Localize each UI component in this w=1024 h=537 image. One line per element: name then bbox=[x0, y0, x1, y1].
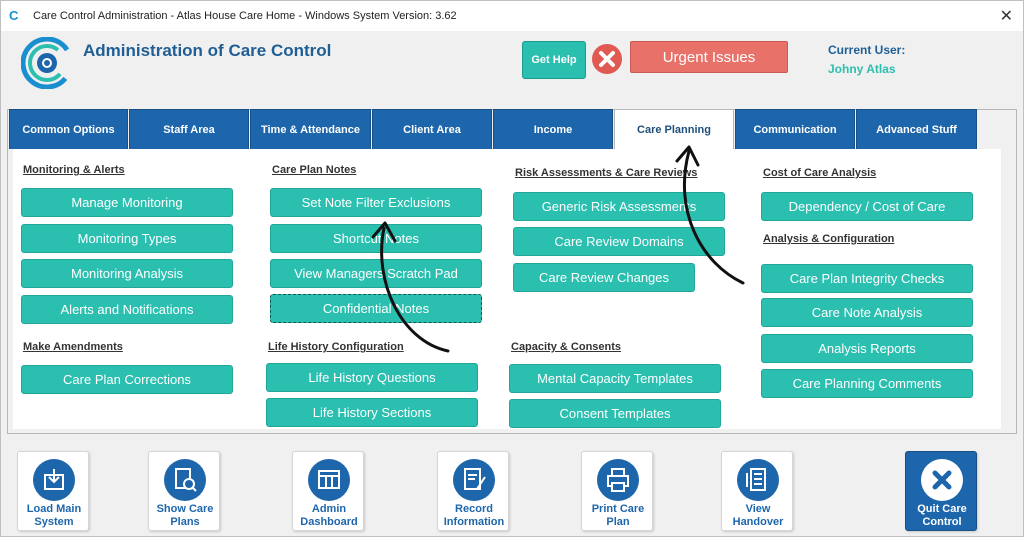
generic-risk-assessments-button[interactable]: Generic Risk Assessments bbox=[513, 192, 725, 221]
app-heading: Administration of Care Control bbox=[83, 41, 332, 60]
view-handover-label-2: Handover bbox=[732, 516, 784, 528]
care-control-logo-icon bbox=[21, 37, 73, 89]
cancel-icon[interactable] bbox=[591, 43, 623, 75]
urgent-issues-button[interactable]: Urgent Issues bbox=[630, 41, 788, 73]
care-note-analysis-button[interactable]: Care Note Analysis bbox=[761, 298, 973, 327]
admin-dashboard-button[interactable]: Admin Dashboard bbox=[292, 451, 364, 531]
section-monitoring-alerts: Monitoring & Alerts bbox=[23, 164, 125, 176]
header: Administration of Care Control Get Help … bbox=[1, 31, 1023, 107]
life-history-questions-button[interactable]: Life History Questions bbox=[266, 363, 478, 392]
care-plan-corrections-button[interactable]: Care Plan Corrections bbox=[21, 365, 233, 394]
consent-templates-button[interactable]: Consent Templates bbox=[509, 399, 721, 428]
print-care-plan-button[interactable]: Print Care Plan bbox=[581, 451, 653, 531]
care-planning-content: Monitoring & Alerts Manage Monitoring Mo… bbox=[13, 149, 1001, 429]
care-planning-comments-button[interactable]: Care Planning Comments bbox=[761, 369, 973, 398]
section-analysis-configuration: Analysis & Configuration bbox=[763, 233, 895, 245]
window-title: Care Control Administration - Atlas Hous… bbox=[33, 10, 457, 22]
care-review-changes-button[interactable]: Care Review Changes bbox=[513, 263, 695, 292]
tab-time-attendance[interactable]: Time & Attendance bbox=[250, 109, 371, 149]
tab-staff-area[interactable]: Staff Area bbox=[129, 109, 249, 149]
life-history-sections-button[interactable]: Life History Sections bbox=[266, 398, 478, 427]
record-information-label-2: Information bbox=[443, 516, 505, 528]
edit-document-icon bbox=[464, 468, 486, 490]
section-life-history-configuration: Life History Configuration bbox=[268, 341, 404, 353]
section-capacity-consents: Capacity & Consents bbox=[511, 341, 622, 353]
title-bar: C Care Control Administration - Atlas Ho… bbox=[1, 1, 1023, 31]
section-cost-of-care-analysis: Cost of Care Analysis bbox=[763, 167, 877, 179]
record-information-button[interactable]: Record Information bbox=[437, 451, 509, 531]
tab-income[interactable]: Income bbox=[493, 109, 613, 149]
app-logo-icon: C bbox=[9, 8, 19, 23]
monitoring-types-button[interactable]: Monitoring Types bbox=[21, 224, 233, 253]
document-search-icon bbox=[175, 468, 197, 492]
section-care-plan-notes: Care Plan Notes bbox=[272, 164, 357, 176]
dashboard-icon bbox=[318, 470, 340, 489]
alerts-notifications-button[interactable]: Alerts and Notifications bbox=[21, 295, 233, 324]
window-close-icon[interactable]: ✕ bbox=[1000, 6, 1013, 26]
tab-client-area[interactable]: Client Area bbox=[372, 109, 492, 149]
tab-care-planning[interactable]: Care Planning bbox=[614, 109, 734, 150]
dependency-cost-of-care-button[interactable]: Dependency / Cost of Care bbox=[761, 192, 973, 221]
care-review-domains-button[interactable]: Care Review Domains bbox=[513, 227, 725, 256]
print-care-plan-label-1: Print Care bbox=[591, 503, 645, 515]
view-handover-label-1: View bbox=[745, 503, 771, 515]
show-care-plans-label-2: Plans bbox=[170, 516, 200, 528]
record-information-label-1: Record bbox=[455, 503, 493, 515]
app-window: C Care Control Administration - Atlas Ho… bbox=[0, 0, 1024, 537]
show-care-plans-label-1: Show Care bbox=[156, 503, 214, 515]
analysis-reports-button[interactable]: Analysis Reports bbox=[761, 334, 973, 363]
current-user-name: Johny Atlas bbox=[828, 62, 896, 76]
section-risk-assessments: Risk Assessments & Care Reviews bbox=[515, 167, 698, 179]
manage-monitoring-button[interactable]: Manage Monitoring bbox=[21, 188, 233, 217]
admin-dashboard-label-2: Dashboard bbox=[300, 516, 358, 528]
shortcut-notes-button[interactable]: Shortcut Notes bbox=[270, 224, 482, 253]
view-managers-scratch-pad-button[interactable]: View Managers Scratch Pad bbox=[270, 259, 482, 288]
load-tray-icon bbox=[44, 469, 64, 490]
section-make-amendments: Make Amendments bbox=[23, 341, 123, 353]
current-user-label: Current User: bbox=[828, 43, 906, 57]
quit-care-control-label-1: Quit Care bbox=[917, 503, 967, 515]
mental-capacity-templates-button[interactable]: Mental Capacity Templates bbox=[509, 364, 721, 393]
show-care-plans-button[interactable]: Show Care Plans bbox=[148, 451, 220, 531]
care-plan-integrity-checks-button[interactable]: Care Plan Integrity Checks bbox=[761, 264, 973, 293]
get-help-button[interactable]: Get Help bbox=[522, 41, 586, 79]
printer-icon bbox=[607, 468, 629, 492]
load-main-system-label-1: Load Main bbox=[26, 503, 82, 515]
confidential-notes-button[interactable]: Confidential Notes bbox=[270, 294, 482, 323]
quit-care-control-label-2: Control bbox=[922, 516, 962, 528]
set-note-filter-exclusions-button[interactable]: Set Note Filter Exclusions bbox=[270, 188, 482, 217]
quit-care-control-button[interactable]: Quit Care Control bbox=[905, 451, 977, 531]
monitoring-analysis-button[interactable]: Monitoring Analysis bbox=[21, 259, 233, 288]
quit-x-icon bbox=[932, 470, 952, 490]
tab-communication[interactable]: Communication bbox=[735, 109, 855, 149]
load-main-system-button[interactable]: Load Main System bbox=[17, 451, 89, 531]
tab-common-options[interactable]: Common Options bbox=[9, 109, 128, 149]
tab-advanced-stuff[interactable]: Advanced Stuff bbox=[856, 109, 977, 149]
load-main-system-label-2: System bbox=[34, 516, 74, 528]
handover-list-icon bbox=[746, 468, 766, 491]
tab-bar: Common Options Staff Area Time & Attenda… bbox=[9, 109, 978, 150]
view-handover-button[interactable]: View Handover bbox=[721, 451, 793, 531]
print-care-plan-label-2: Plan bbox=[606, 516, 630, 528]
admin-dashboard-label-1: Admin bbox=[311, 503, 347, 515]
